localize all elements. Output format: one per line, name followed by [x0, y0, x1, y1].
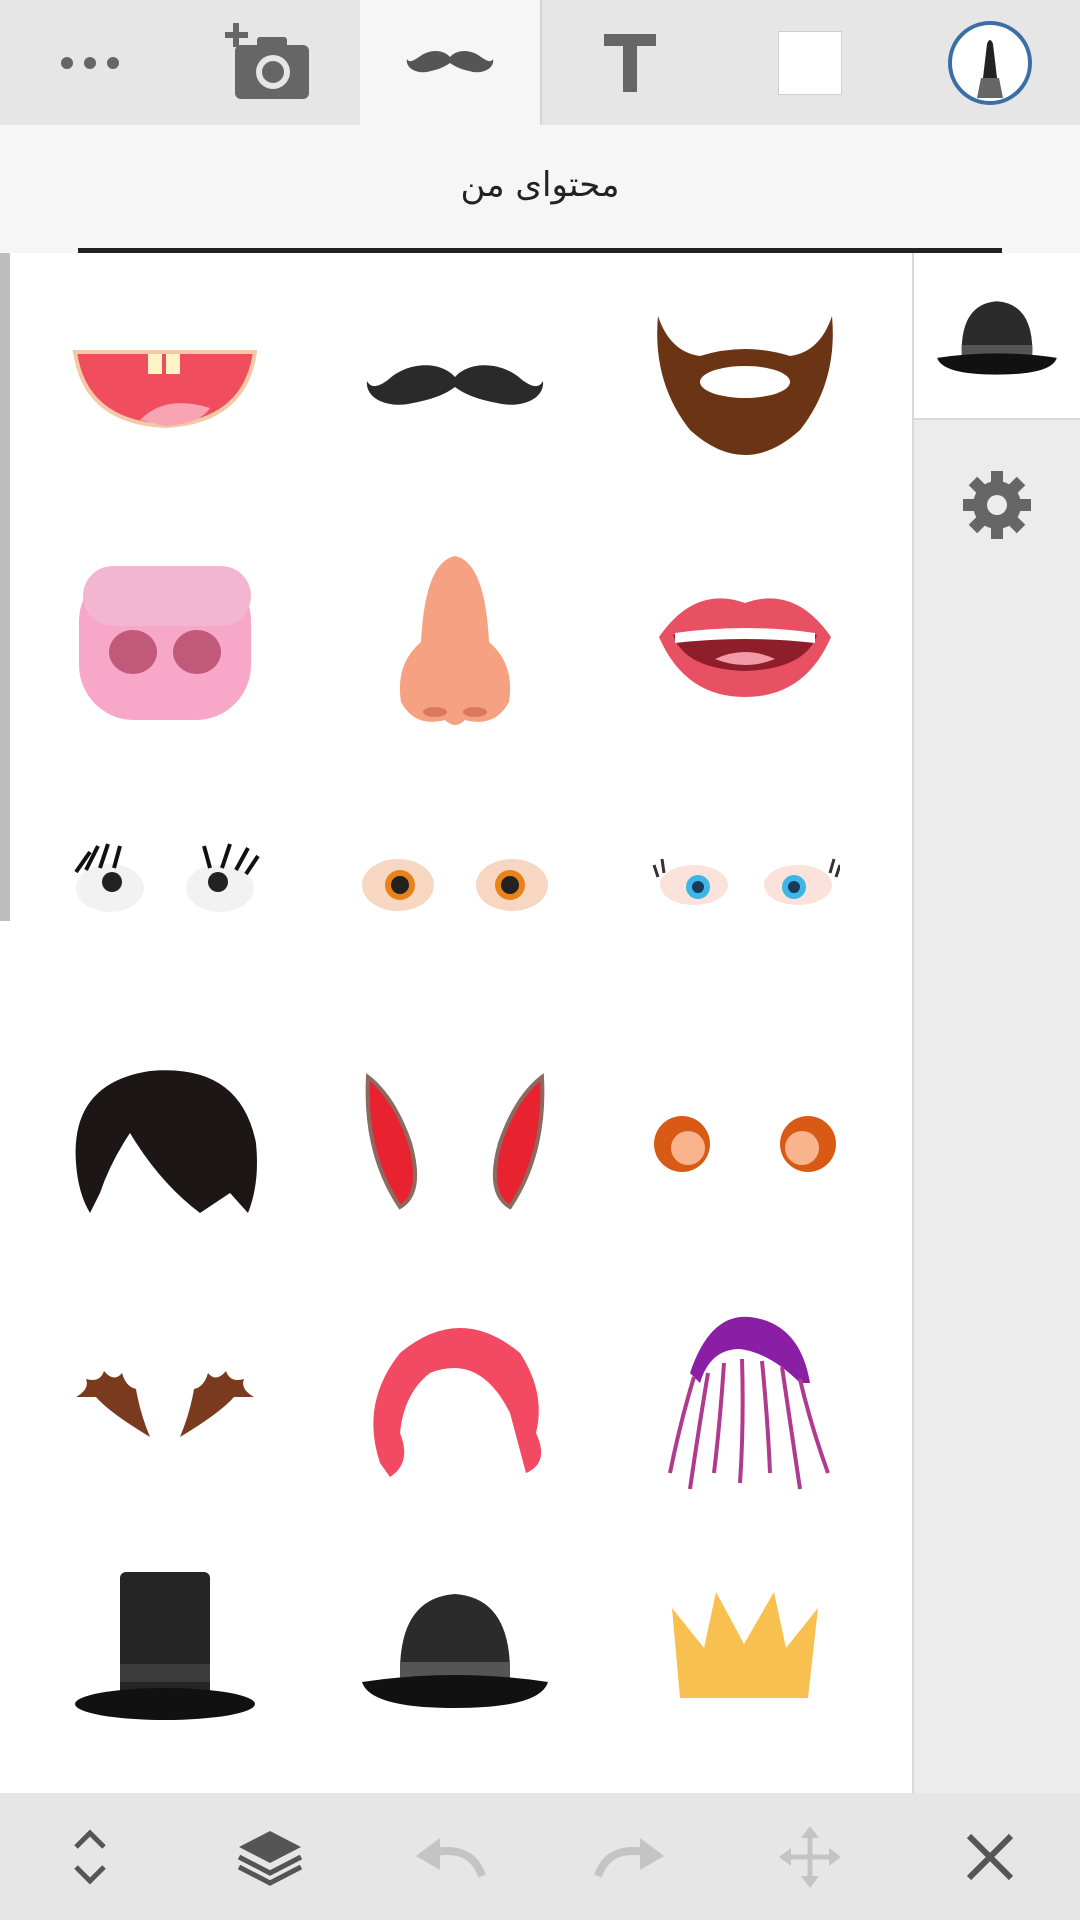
close-button[interactable]	[900, 1793, 1080, 1920]
sticker-item[interactable]	[15, 757, 315, 1007]
sticker-item[interactable]	[15, 1523, 315, 1773]
black-hair-icon	[75, 1070, 258, 1213]
round-ears-icon	[654, 1116, 836, 1172]
bunny-ears-icon	[365, 1073, 545, 1210]
text-button[interactable]	[540, 0, 720, 125]
text-icon	[604, 33, 656, 92]
bowler-hat-icon	[937, 300, 1057, 375]
sticker-item[interactable]	[595, 1273, 895, 1523]
add-photo-button[interactable]	[180, 0, 360, 125]
open-mouth-teeth-icon	[72, 350, 258, 429]
more-button[interactable]	[0, 0, 180, 125]
beard-icon	[657, 316, 833, 455]
stickers-button[interactable]	[360, 0, 540, 125]
top-hat-icon	[75, 1572, 255, 1720]
sticker-item[interactable]	[595, 757, 895, 1007]
expand-collapse-icon	[74, 1828, 106, 1885]
gear-icon	[963, 471, 1031, 539]
undo-icon	[416, 1837, 486, 1877]
close-icon	[966, 1833, 1014, 1880]
brush-button[interactable]	[900, 0, 1080, 125]
eyelash-eyes-icon	[74, 843, 260, 912]
move-icon	[779, 1825, 841, 1888]
brush-icon	[948, 20, 1032, 105]
lips-teeth-icon	[659, 597, 831, 697]
more-icon	[61, 56, 119, 69]
bowler-hat-icon	[362, 1594, 548, 1708]
background-card-button[interactable]	[720, 0, 900, 125]
purple-hair-icon	[668, 1316, 830, 1490]
bottom-toolbar	[0, 1793, 1080, 1920]
layers-icon	[237, 1830, 303, 1886]
rail-settings-button[interactable]	[914, 460, 1080, 550]
mustache-sticker-icon	[366, 365, 544, 405]
expand-collapse-button[interactable]	[0, 1793, 180, 1920]
antlers-icon	[76, 1371, 254, 1437]
sticker-item[interactable]	[305, 517, 605, 767]
sticker-item[interactable]	[595, 517, 895, 767]
sticker-item[interactable]	[15, 517, 315, 767]
tab-my-content[interactable]: محتوای من	[0, 165, 1080, 205]
sticker-item[interactable]	[595, 1018, 895, 1268]
scroll-indicator[interactable]	[0, 253, 10, 921]
sticker-item[interactable]	[15, 1018, 315, 1268]
undo-button[interactable]	[360, 1793, 540, 1920]
mustache-icon	[406, 50, 494, 72]
sticker-item[interactable]	[305, 757, 605, 1007]
rail-item-hats[interactable]	[914, 253, 1080, 420]
red-wig-icon	[373, 1328, 542, 1477]
sticker-item[interactable]	[305, 262, 605, 512]
sticker-item[interactable]	[595, 262, 895, 512]
move-button[interactable]	[720, 1793, 900, 1920]
human-nose-icon	[399, 556, 511, 725]
sticker-item[interactable]	[305, 1523, 605, 1773]
category-tab-bar: محتوای من	[0, 125, 1080, 253]
redo-button[interactable]	[540, 1793, 720, 1920]
redo-icon	[594, 1837, 664, 1877]
blank-card-icon	[778, 30, 842, 95]
top-toolbar	[0, 0, 1080, 125]
add-photo-icon	[225, 22, 309, 99]
orange-eyes-icon	[362, 859, 548, 911]
sticker-item[interactable]	[15, 1273, 315, 1523]
sticker-item[interactable]	[595, 1523, 895, 1773]
layers-button[interactable]	[180, 1793, 360, 1920]
sticker-item[interactable]	[305, 1018, 605, 1268]
sticker-item[interactable]	[305, 1273, 605, 1523]
sticker-item[interactable]	[15, 262, 315, 512]
blue-eyes-icon	[652, 858, 840, 905]
crown-icon	[672, 1592, 818, 1698]
pig-nose-icon	[79, 565, 251, 720]
